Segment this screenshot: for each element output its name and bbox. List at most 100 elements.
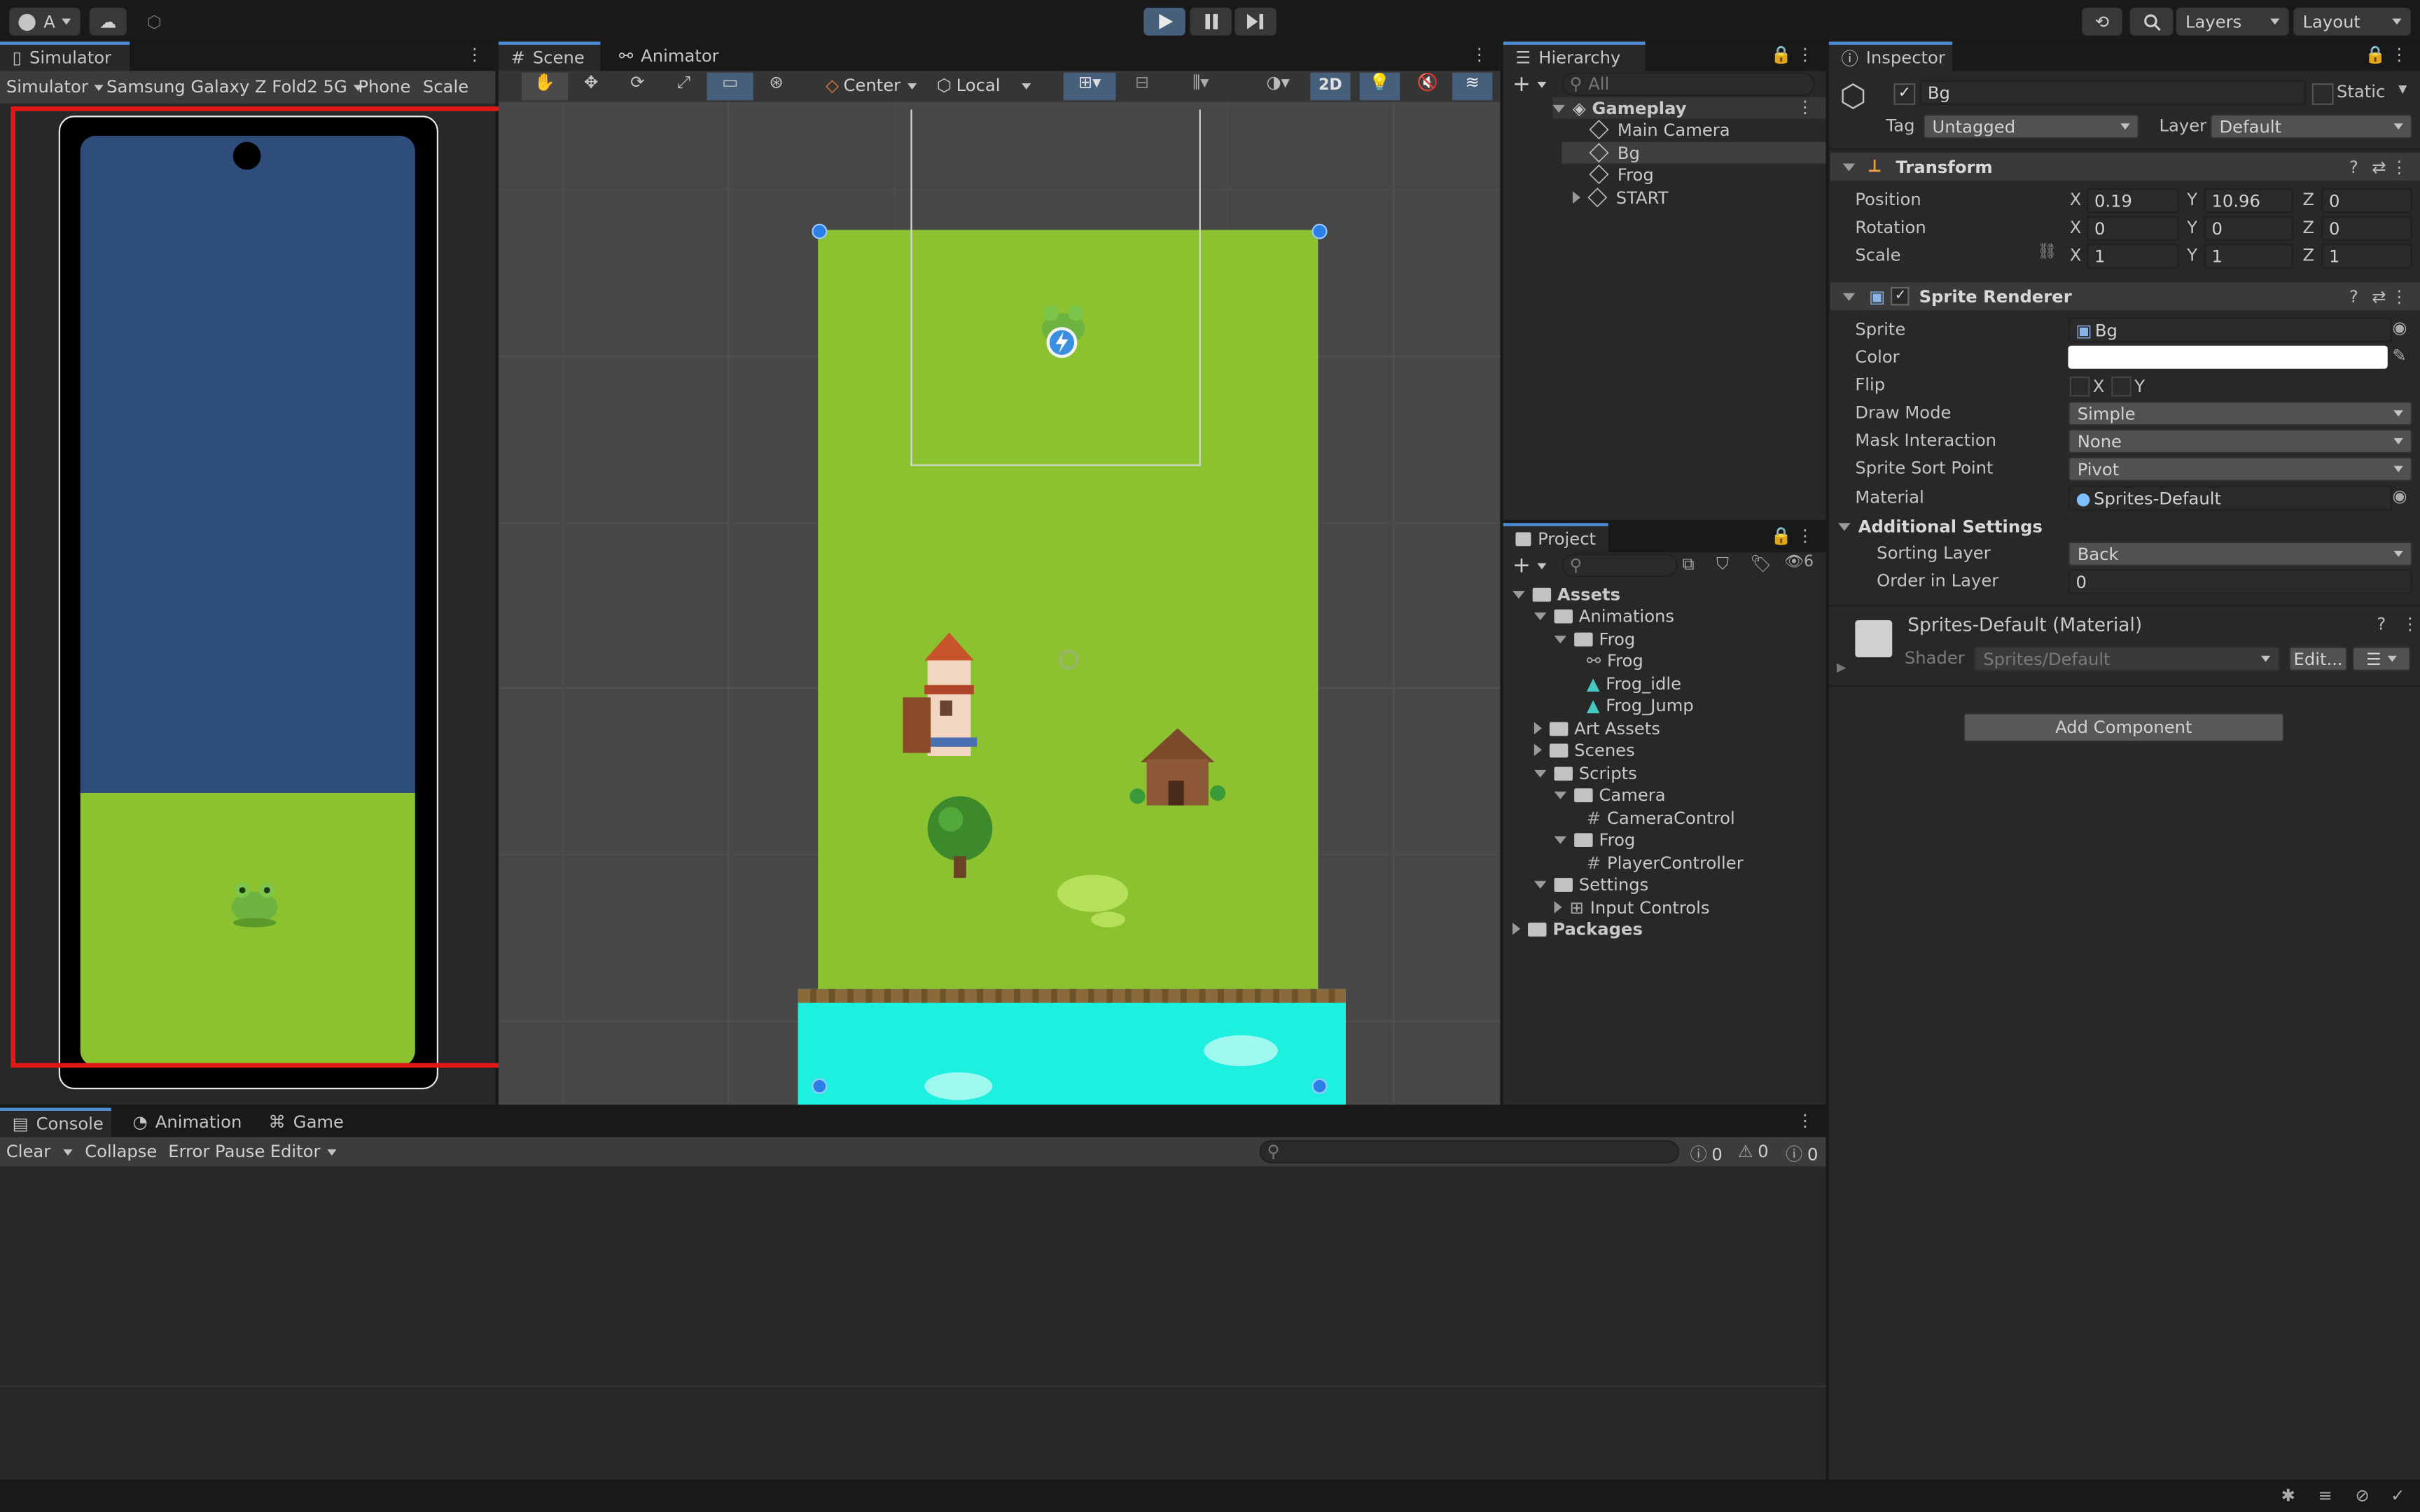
cloud-icon[interactable]: ☁ (89, 8, 127, 36)
position-y-field[interactable]: 10.96 (2204, 188, 2294, 214)
hierarchy-item-bg[interactable]: Bg (1562, 141, 1826, 164)
rotation-z-field[interactable]: 0 (2321, 216, 2413, 241)
static-checkbox[interactable] (2311, 83, 2334, 105)
tab-console[interactable]: ▤ Console (0, 1107, 111, 1138)
tab-project[interactable]: Project (1503, 523, 1608, 553)
more-options-icon[interactable]: ⋮ (1797, 45, 1814, 65)
tab-game[interactable]: ⌘ Game (256, 1108, 383, 1138)
hierarchy-search-input[interactable]: ⚲ All (1562, 72, 1816, 96)
eyedropper-icon[interactable]: ✎ (2392, 346, 2406, 366)
tab-hierarchy[interactable]: ☰ Hierarchy (1503, 41, 1646, 71)
material-object-field[interactable]: ● Sprites-Default (2068, 486, 2393, 511)
move-tool-icon[interactable]: ✥ (568, 73, 614, 101)
help-icon[interactable]: ? (2349, 286, 2358, 307)
game-view-screen[interactable] (80, 135, 415, 1067)
project-item-scenes[interactable]: Scenes (1534, 739, 1635, 761)
layer-dropdown[interactable]: Default (2210, 114, 2413, 139)
cache-icon[interactable]: ⊘ (2355, 1486, 2369, 1506)
2d-mode-toggle[interactable]: 2D (1310, 72, 1351, 101)
hand-tool-icon[interactable]: ✋ (521, 72, 569, 101)
lock-icon[interactable]: 🔒 (1771, 45, 1792, 65)
search-icon[interactable] (2129, 8, 2174, 36)
phone-button[interactable]: Phone (358, 77, 410, 97)
label-icon[interactable]: 🏷 (1750, 554, 1772, 574)
layout-dropdown[interactable]: Layout (2293, 8, 2411, 36)
component-menu-icon[interactable]: ⋮ (2391, 157, 2407, 177)
more-options-icon[interactable]: ⋮ (1797, 1111, 1814, 1131)
pause-button[interactable] (1190, 8, 1232, 36)
hierarchy-item-main-camera[interactable]: Main Camera (1589, 119, 1730, 141)
project-item-assets[interactable]: Assets (1512, 583, 1620, 605)
active-checkbox[interactable]: ✓ (1893, 83, 1916, 105)
collab-icon[interactable]: ⬡ (136, 8, 173, 36)
project-item-frog-idle[interactable]: ▲ Frog_idle (1587, 673, 1681, 694)
tag-dropdown[interactable]: Untagged (1923, 114, 2139, 139)
expand-icon[interactable]: ▶ (1837, 660, 1847, 674)
tab-simulator[interactable]: ▯ Simulator (0, 41, 130, 71)
lock-icon[interactable]: 🔒 (2365, 45, 2386, 65)
more-options-icon[interactable]: ⋮ (2391, 45, 2407, 65)
pivot-handle[interactable] (1059, 649, 1079, 670)
error-pause-toggle[interactable]: Error Pause (168, 1142, 265, 1162)
draw-mode-dropdown[interactable]: Simple (2068, 401, 2413, 426)
transform-tool-icon[interactable]: ⊛ (753, 73, 800, 101)
hidden-packages-toggle[interactable]: 👁6 (1784, 554, 1814, 570)
warning-count-toggle[interactable]: ⚠ 0 (1738, 1142, 1769, 1162)
collapse-toggle[interactable]: Collapse (85, 1142, 157, 1162)
project-item-frog-controller[interactable]: ⚯ Frog (1587, 650, 1643, 671)
tab-animator[interactable]: ⚯ Animator (606, 42, 755, 71)
sort-point-dropdown[interactable]: Pivot (2068, 456, 2413, 482)
help-icon[interactable]: ? (2377, 614, 2386, 634)
layers-dropdown[interactable]: Layers (2176, 8, 2289, 36)
project-item-animations[interactable]: Animations (1534, 605, 1674, 626)
hierarchy-item-frog[interactable]: Frog (1589, 164, 1654, 186)
grid-visibility-icon[interactable]: ⫼▾ (1178, 73, 1224, 101)
shader-options-dropdown[interactable]: ☰ (2352, 646, 2411, 671)
history-icon[interactable]: ⟲ (2082, 8, 2122, 36)
project-item-settings[interactable]: Settings (1534, 874, 1648, 895)
effects-icon[interactable]: ≋ (1452, 72, 1493, 101)
additional-settings-foldout[interactable]: Additional Settings (1838, 515, 2043, 537)
pivot-dropdown[interactable]: ◇ Center (826, 76, 917, 96)
more-options-icon[interactable]: ⋮ (1471, 45, 1488, 65)
enabled-checkbox[interactable]: ✓ (1891, 286, 1910, 306)
scene-root-item[interactable]: ◈ Gameplay (1552, 97, 1826, 119)
project-item-art-assets[interactable]: Art Assets (1534, 718, 1660, 739)
sorting-layer-dropdown[interactable]: Back (2068, 541, 2413, 566)
rect-tool-icon[interactable]: ▭ (707, 72, 753, 101)
shader-edit-button[interactable]: Edit... (2288, 646, 2348, 671)
help-icon[interactable]: ? (2349, 157, 2358, 177)
grid-snap-icon[interactable]: ⊞▾ (1063, 72, 1116, 101)
create-button[interactable]: + (1512, 73, 1546, 97)
rect-handle-bottom-left[interactable] (812, 1078, 828, 1094)
audio-icon[interactable]: 🔇 (1409, 73, 1446, 101)
static-dropdown-icon[interactable]: ▾ (2398, 78, 2407, 99)
rotation-x-field[interactable]: 0 (2086, 216, 2180, 241)
constrain-proportions-icon[interactable]: ⛓ (2037, 244, 2057, 260)
settings-icon[interactable]: ✓ (2391, 1486, 2405, 1506)
rect-handle-top-left[interactable] (812, 223, 828, 239)
order-in-layer-field[interactable]: 0 (2068, 569, 2413, 594)
flip-x-checkbox[interactable] (2069, 376, 2090, 397)
error-count-toggle[interactable]: ⓘ 0 (1786, 1142, 1818, 1166)
flip-y-checkbox[interactable] (2111, 376, 2132, 397)
play-button[interactable] (1143, 8, 1185, 36)
lighting-icon[interactable]: 💡 (1359, 72, 1400, 101)
project-item-frog-jump[interactable]: ▲ Frog_Jump (1587, 694, 1694, 716)
hierarchy-item-start[interactable]: START (1572, 187, 1668, 209)
scale-z-field[interactable]: 1 (2321, 244, 2413, 269)
project-item-frog-script-folder[interactable]: Frog (1554, 829, 1635, 850)
presets-icon[interactable]: ⇄ (2372, 286, 2386, 307)
rect-handle-bottom-right[interactable] (1312, 1078, 1328, 1094)
tab-inspector[interactable]: ⓘ Inspector (1828, 41, 1953, 71)
scale-y-field[interactable]: 1 (2204, 244, 2294, 269)
shader-dropdown[interactable]: Sprites/Default (1974, 646, 2280, 671)
project-item-frog-folder[interactable]: Frog (1554, 628, 1635, 650)
more-options-icon[interactable]: ⋮ (1797, 526, 1814, 547)
project-item-scripts[interactable]: Scripts (1534, 762, 1637, 784)
project-search-input[interactable]: ⚲ (1562, 554, 1678, 578)
more-options-icon[interactable]: ⋮ (466, 45, 483, 65)
component-menu-icon[interactable]: ⋮ (2391, 286, 2407, 307)
account-dropdown[interactable]: A (9, 8, 81, 36)
scale-x-field[interactable]: 1 (2086, 244, 2180, 269)
